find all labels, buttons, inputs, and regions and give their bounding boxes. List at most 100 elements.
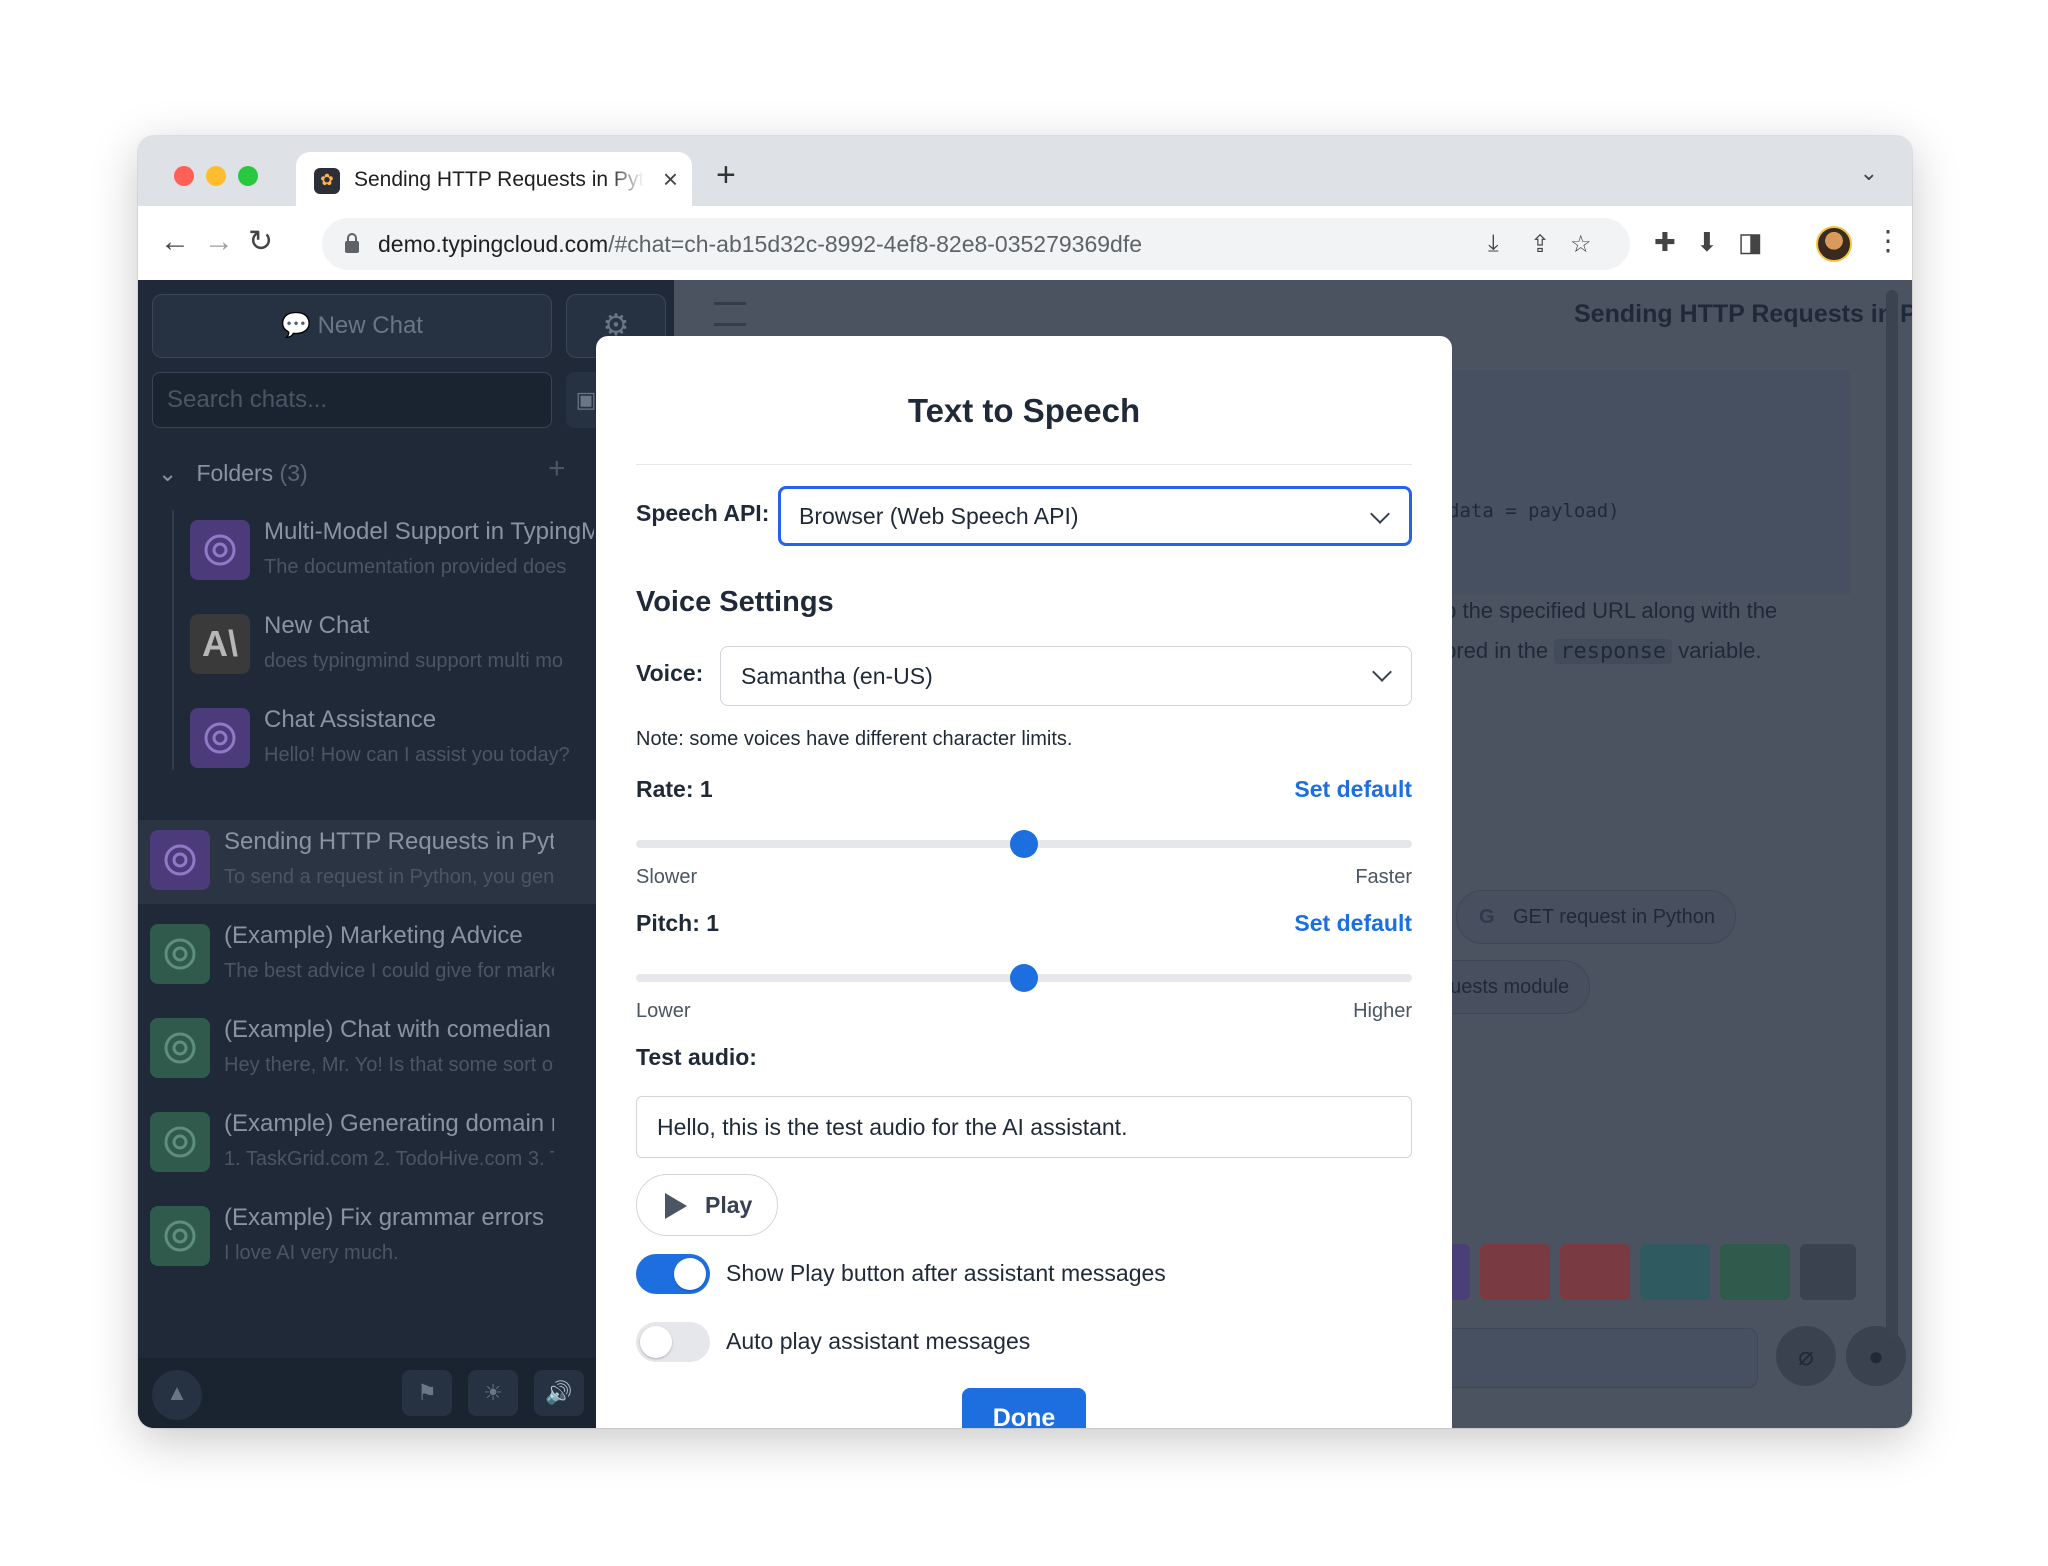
rate-set-default-link[interactable]: Set default <box>1294 776 1412 803</box>
show-play-button-toggle[interactable] <box>636 1254 710 1294</box>
tab-search-chevron-icon[interactable]: ⌄ <box>1860 160 1878 186</box>
expand-up-icon[interactable]: ▲ <box>152 1370 202 1420</box>
sidebar-footer: ▲ ⚑ ☀ 🔊 <box>138 1358 674 1428</box>
profile-avatar[interactable] <box>1816 226 1852 262</box>
pitch-set-default-link[interactable]: Set default <box>1294 910 1412 937</box>
minimize-window-button[interactable] <box>206 166 226 186</box>
chat-title: (Example) Generating domain names <box>224 1110 554 1137</box>
chat-snippet: Hey there, Mr. Yo! Is that some sort of <box>224 1054 554 1076</box>
speech-api-select[interactable]: Browser (Web Speech API) <box>778 486 1412 546</box>
chat-title: Sending HTTP Requests in Python <box>224 828 554 855</box>
openai-icon <box>150 830 210 890</box>
folders-header[interactable]: ⌄ Folders (3) <box>158 460 308 487</box>
maximize-window-button[interactable] <box>238 166 258 186</box>
apps-grid-icon[interactable] <box>1800 1244 1856 1300</box>
message-text-line: tored in the response variable. <box>1438 638 1761 664</box>
text-part: variable. <box>1678 638 1762 663</box>
chat-item[interactable]: (Example) Marketing Advice The best advi… <box>150 916 670 1000</box>
pitch-slider[interactable] <box>636 964 1412 992</box>
done-button[interactable]: Done <box>962 1388 1086 1428</box>
share-icon[interactable]: ⇪ <box>1530 230 1550 259</box>
pitch-slider-thumb[interactable] <box>1010 964 1038 992</box>
chat-item[interactable]: (Example) Fix grammar errors I love AI v… <box>150 1198 670 1282</box>
chat-snippet: The documentation provided does <box>264 556 567 578</box>
voice-select[interactable]: Samantha (en-US) <box>720 646 1412 706</box>
auto-play-label: Auto play assistant messages <box>726 1328 1031 1354</box>
code-fragment: data = payload) <box>1448 500 1620 522</box>
divider <box>636 464 1412 465</box>
voice-value: Samantha (en-US) <box>741 663 933 689</box>
openai-icon <box>190 708 250 768</box>
tab-strip: ✿ Sending HTTP Requests in Python × + ⌄ <box>138 136 1912 208</box>
openai-icon <box>150 924 210 984</box>
favicon-icon: ✿ <box>314 168 340 194</box>
chat-title: Multi-Model Support in TypingMind <box>264 518 594 545</box>
pitch-label: Pitch: 1 <box>636 910 720 936</box>
message-input[interactable] <box>1428 1328 1758 1388</box>
speech-api-label: Speech API: <box>636 500 770 526</box>
folder-tree-line <box>172 510 174 770</box>
anthropic-icon: A\ <box>190 614 250 674</box>
play-label: Play <box>705 1192 753 1218</box>
chat-snippet: The best advice I could give for marketi <box>224 960 554 982</box>
sidebar: 💬 New Chat ⚙ Search chats... ▣ ⌄ Folders… <box>138 280 674 1428</box>
browser-menu-icon[interactable]: ⋮ <box>1874 224 1902 257</box>
url-host: demo.typingcloud.com <box>378 231 609 257</box>
add-folder-icon[interactable]: + <box>548 452 566 486</box>
plugin-button[interactable] <box>1560 1244 1630 1300</box>
test-audio-input[interactable]: Hello, this is the test audio for the AI… <box>636 1096 1412 1158</box>
play-icon <box>665 1193 687 1219</box>
tab-close-icon[interactable]: × <box>663 164 678 195</box>
folders-label: Folders <box>196 460 274 486</box>
chevron-down-icon <box>1370 504 1390 524</box>
suggestion-chip[interactable]: G GET request in Python <box>1456 890 1736 944</box>
chat-title: Chat Assistance <box>264 706 437 733</box>
page-content: 💬 New Chat ⚙ Search chats... ▣ ⌄ Folders… <box>138 280 1912 1428</box>
chip-label: quests module <box>1439 976 1570 998</box>
search-chats-input[interactable]: Search chats... <box>152 372 552 428</box>
reload-icon[interactable]: ↻ <box>248 224 273 260</box>
downloads-icon[interactable]: ⬇ <box>1696 226 1718 258</box>
chat-snippet: Hello! How can I assist you today? <box>264 744 570 766</box>
forward-arrow-icon[interactable]: → <box>204 224 234 260</box>
extensions-puzzle-icon[interactable]: ✚ <box>1654 226 1676 258</box>
chat-snippet: 1. TaskGrid.com 2. TodoHive.com 3. Ta <box>224 1148 554 1170</box>
chat-item-active[interactable]: Sending HTTP Requests in Python To send … <box>150 822 670 906</box>
new-tab-button[interactable]: + <box>716 158 736 192</box>
address-bar[interactable]: demo.typingcloud.com/#chat=ch-ab15d32c-8… <box>322 218 1630 270</box>
chat-snippet: I love AI very much. <box>224 1242 399 1264</box>
hamburger-menu-icon[interactable] <box>714 302 746 326</box>
play-button[interactable]: Play <box>636 1174 778 1236</box>
paperclip-icon[interactable]: ⌀ <box>1776 1326 1836 1386</box>
close-window-button[interactable] <box>174 166 194 186</box>
auto-play-toggle[interactable] <box>636 1322 710 1362</box>
rate-min-label: Slower <box>636 866 698 888</box>
scrollbar[interactable] <box>1886 290 1898 1340</box>
new-chat-button[interactable]: 💬 New Chat <box>152 294 552 358</box>
notes-plugin-button[interactable] <box>1480 1244 1550 1300</box>
voice-note: Note: some voices have different charact… <box>636 728 1073 750</box>
add-plugin-button[interactable] <box>1720 1244 1790 1300</box>
side-panel-icon[interactable]: ◨ <box>1738 226 1763 258</box>
bookmark-star-icon[interactable]: ☆ <box>1570 230 1592 259</box>
chevron-down-icon <box>1372 662 1392 682</box>
rate-label: Rate: 1 <box>636 776 713 802</box>
chat-item[interactable]: (Example) Generating domain names 1. Tas… <box>150 1104 670 1188</box>
back-arrow-icon[interactable]: ← <box>160 224 190 260</box>
plugin-button[interactable] <box>1640 1244 1710 1300</box>
chat-snippet: To send a request in Python, you gener <box>224 866 554 888</box>
rate-max-label: Faster <box>1355 866 1412 888</box>
url-text: demo.typingcloud.com/#chat=ch-ab15d32c-8… <box>378 231 1142 258</box>
install-app-icon[interactable]: ⤓ <box>1488 230 1499 258</box>
chat-item[interactable]: (Example) Chat with comedian Hey there, … <box>150 1010 670 1094</box>
rate-slider-thumb[interactable] <box>1010 830 1038 858</box>
rate-slider[interactable] <box>636 830 1412 858</box>
browser-tab-active[interactable]: ✿ Sending HTTP Requests in Python × <box>296 152 692 208</box>
chevron-down-icon: ⌄ <box>158 460 178 486</box>
inline-code: response <box>1554 639 1673 664</box>
tab-title: Sending HTTP Requests in Python <box>354 168 644 191</box>
language-flag-icon[interactable]: ⚑ <box>402 1370 452 1416</box>
speaker-icon[interactable]: 🔊 <box>534 1370 584 1416</box>
theme-sun-icon[interactable]: ☀ <box>468 1370 518 1416</box>
pitch-min-label: Lower <box>636 1000 691 1022</box>
